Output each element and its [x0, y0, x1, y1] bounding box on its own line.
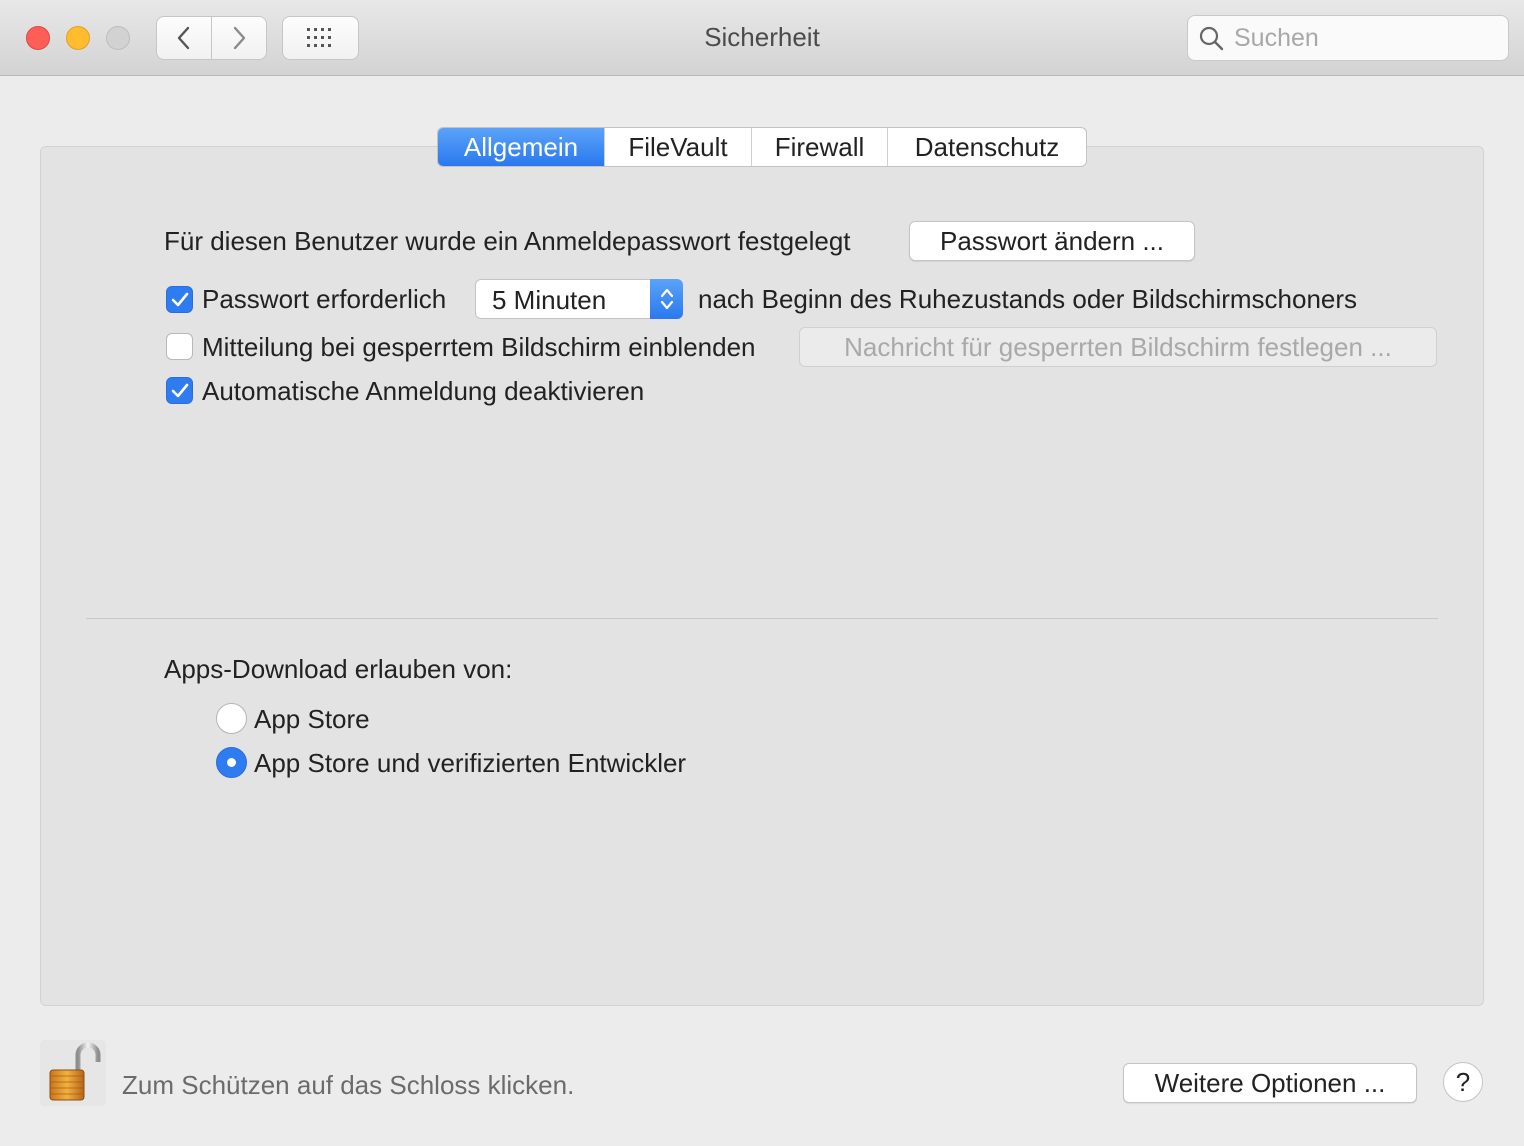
checkmark-icon	[171, 383, 188, 397]
show-message-label: Mitteilung bei gesperrtem Bildschirm ein…	[202, 332, 756, 362]
tab-allgemein[interactable]: Allgemein	[438, 128, 605, 166]
radio-app-store-and-developers[interactable]	[216, 747, 247, 778]
downloads-heading: Apps-Download erlauben von:	[164, 654, 513, 684]
password-set-text: Für diesen Benutzer wurde ein Anmeldepas…	[164, 226, 851, 256]
title-bar: Sicherheit	[0, 0, 1524, 76]
chevron-right-icon	[233, 26, 246, 50]
after-sleep-text: nach Beginn des Ruhezustands oder Bildsc…	[698, 284, 1358, 314]
minimize-window-button[interactable]	[66, 26, 90, 50]
disable-autologin-label: Automatische Anmeldung deaktivieren	[202, 376, 645, 406]
change-password-button[interactable]: Passwort ändern ...	[909, 221, 1195, 261]
section-divider	[86, 618, 1438, 619]
set-lock-message-button[interactable]: Nachricht für gesperrten Bildschirm fest…	[799, 327, 1437, 367]
help-button[interactable]: ?	[1443, 1062, 1483, 1102]
require-password-label: Passwort erforderlich	[202, 284, 447, 314]
disable-autologin-checkbox[interactable]	[166, 377, 193, 404]
close-window-button[interactable]	[26, 26, 50, 50]
tab-filevault[interactable]: FileVault	[605, 128, 752, 166]
checkmark-icon	[171, 292, 188, 306]
lock-button[interactable]	[40, 1040, 106, 1106]
lock-hint-text: Zum Schützen auf das Schloss klicken.	[122, 1070, 575, 1100]
search-icon	[1199, 26, 1224, 51]
zoom-window-button[interactable]	[106, 26, 130, 50]
password-delay-value: 5 Minuten	[492, 285, 607, 315]
radio-app-store-label: App Store	[254, 704, 370, 734]
tab-bar: Allgemein FileVault Firewall Datenschutz	[437, 127, 1087, 167]
show-message-checkbox[interactable]	[166, 333, 193, 360]
require-password-checkbox[interactable]	[166, 286, 193, 313]
tab-datenschutz[interactable]: Datenschutz	[888, 128, 1086, 166]
forward-button[interactable]	[211, 16, 267, 60]
grid-icon	[306, 28, 331, 47]
radio-app-store[interactable]	[216, 703, 247, 734]
up-down-arrows-icon	[650, 279, 683, 319]
advanced-options-button[interactable]: Weitere Optionen ...	[1123, 1063, 1417, 1103]
back-button[interactable]	[156, 16, 212, 60]
radio-app-store-and-developers-label: App Store und verifizierten Entwickler	[254, 748, 687, 778]
window-title: Sicherheit	[704, 22, 820, 52]
chevron-left-icon	[177, 26, 190, 50]
show-all-button[interactable]	[282, 16, 359, 60]
content-panel	[40, 146, 1484, 1006]
tab-firewall[interactable]: Firewall	[752, 128, 888, 166]
search-input[interactable]	[1232, 22, 1496, 54]
password-delay-select[interactable]: 5 Minuten	[475, 279, 683, 319]
lock-open-icon	[49, 1042, 101, 1101]
search-field[interactable]	[1187, 15, 1509, 61]
